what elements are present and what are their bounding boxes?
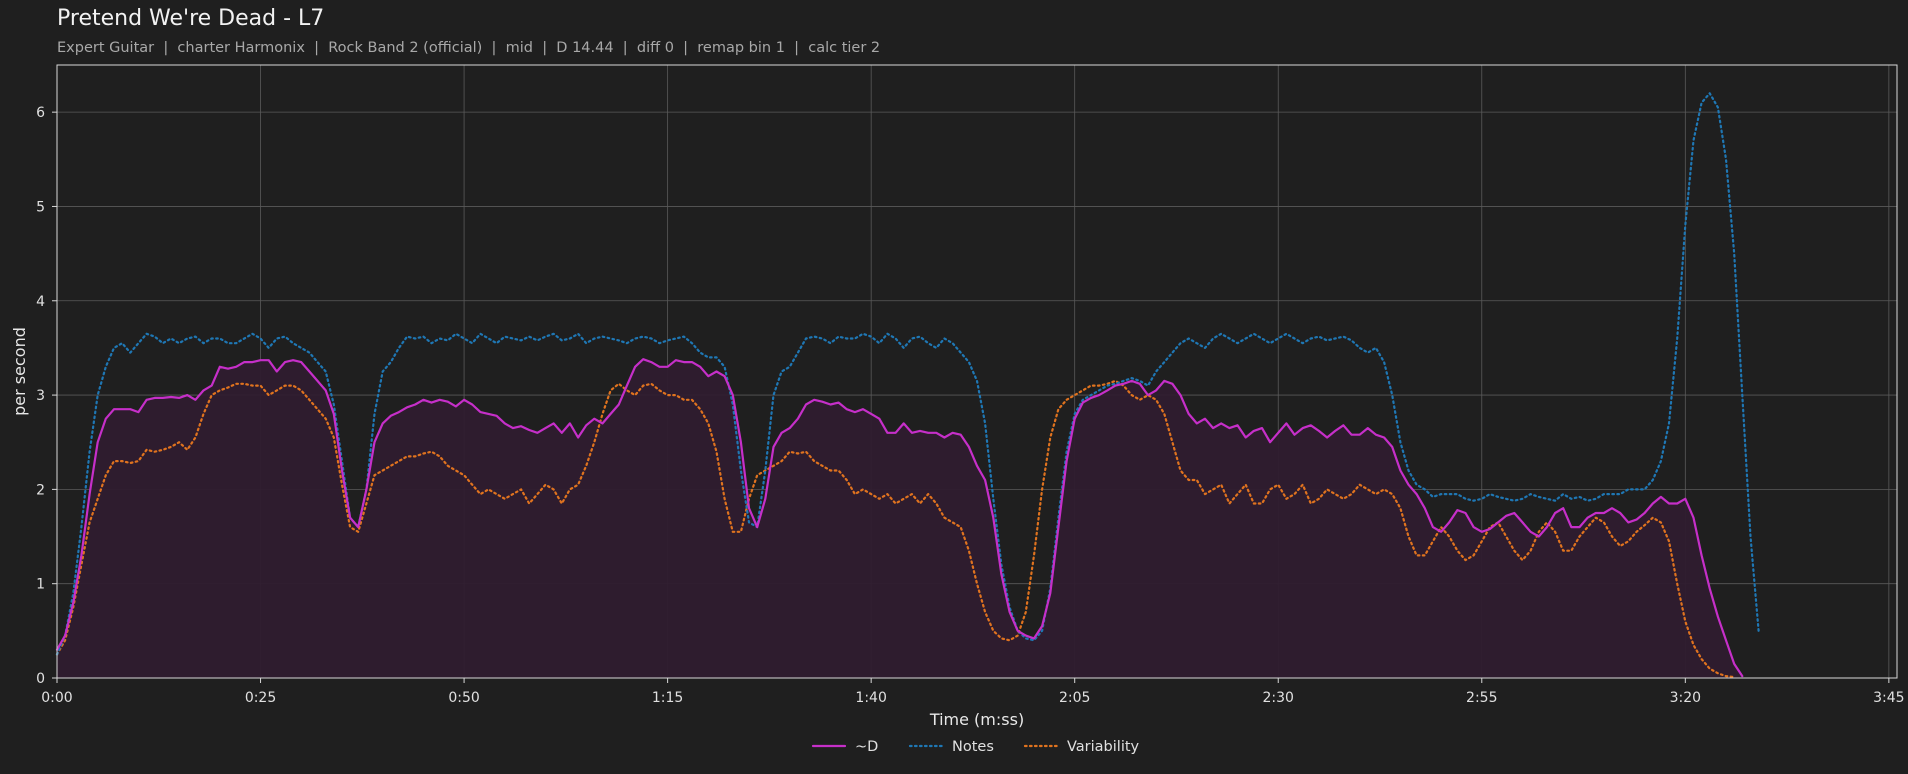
chart-canvas: 0:00 0:25 0:50 1:15 1:40 2:05 2:30 2:55 3:20 3:45… (10, 64, 1905, 755)
y-tick-label: 6 (36, 105, 45, 121)
y-tick-label: 4 (36, 294, 45, 310)
x-tick-label: 2:30 (1263, 690, 1294, 706)
x-tick-label: 3:45 (1873, 690, 1904, 706)
x-tick-label: 2:05 (1059, 690, 1090, 706)
x-tick-label: 0:50 (448, 690, 479, 706)
legend-label: Variability (1067, 739, 1140, 755)
legend-item-d: ~D (811, 739, 878, 755)
x-tick-label: 2:55 (1466, 690, 1497, 706)
y-tick-label: 5 (36, 199, 45, 215)
x-tick-label: 3:20 (1670, 690, 1701, 706)
x-tick-label: 0:25 (245, 690, 276, 706)
x-tick-label: 1:15 (652, 690, 683, 706)
y-tick-label: 3 (36, 388, 45, 404)
x-tick-label: 1:40 (855, 690, 886, 706)
legend-label: ~D (855, 739, 878, 755)
legend: ~D Notes Variability (811, 739, 1140, 755)
y-tick-label: 1 (36, 577, 45, 593)
x-tick-label: 0:00 (41, 690, 72, 706)
x-axis-label: Time (m:ss) (929, 710, 1024, 729)
legend-item-notes: Notes (908, 739, 994, 755)
y-tick-label: 2 (36, 482, 45, 498)
y-axis-label: per second (10, 327, 29, 416)
legend-item-variability: Variability (1023, 739, 1140, 755)
y-tick-label: 0 (36, 671, 45, 687)
legend-label: Notes (952, 739, 994, 755)
